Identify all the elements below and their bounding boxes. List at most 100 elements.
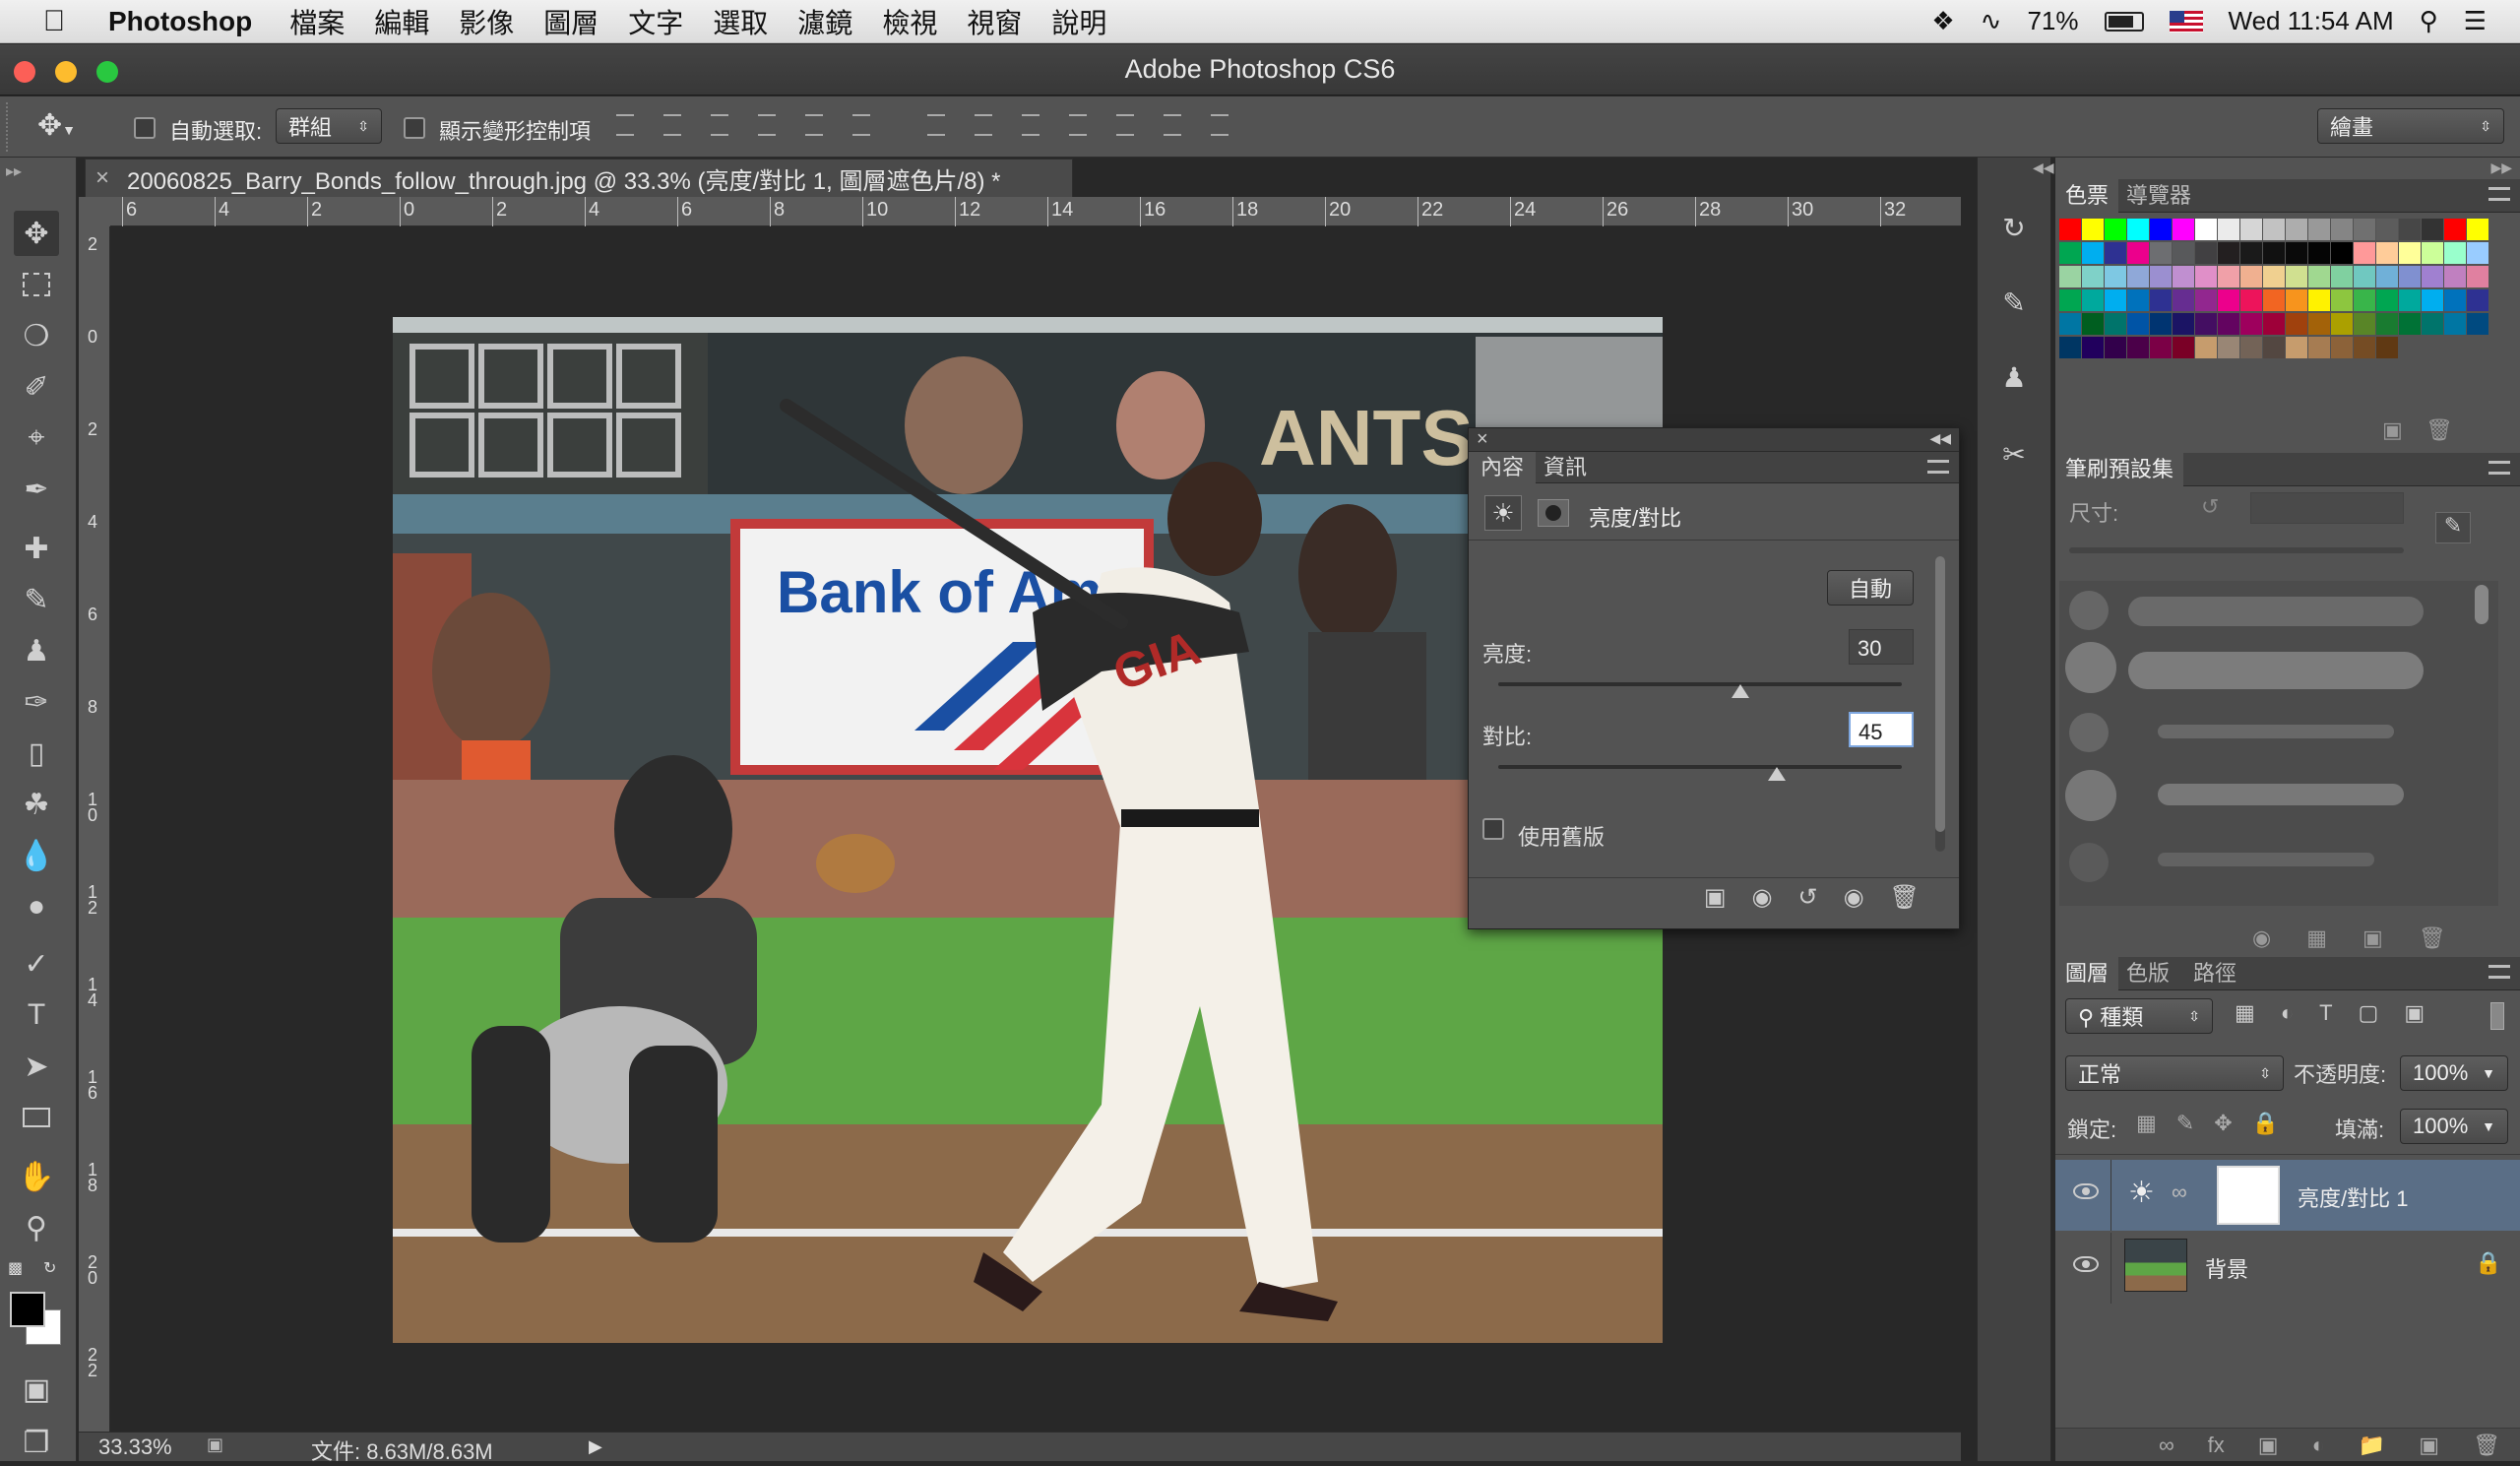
workspace-dropdown[interactable]: 繪畫 ⇳: [2317, 108, 2504, 144]
eraser-tool-icon[interactable]: ▯: [14, 731, 59, 776]
color-swatch[interactable]: [2082, 219, 2104, 240]
color-swatch[interactable]: [2218, 242, 2239, 264]
color-swatch[interactable]: [2173, 242, 2194, 264]
quick-mask-icon[interactable]: ▣: [14, 1367, 59, 1412]
filter-adjustment-icon[interactable]: ◐: [2281, 1000, 2294, 1026]
new-group-icon[interactable]: 📁: [2359, 1433, 2385, 1458]
layer-mask-thumbnail[interactable]: [2217, 1166, 2280, 1225]
history-brush-tool-icon[interactable]: ✑: [14, 679, 59, 725]
vertical-ruler[interactable]: 2 0 2 4 6 8 10 12 14 16 18 20 22: [79, 226, 110, 1432]
color-swatch[interactable]: [2399, 242, 2421, 264]
color-swatch[interactable]: [2422, 242, 2443, 264]
color-swatch[interactable]: [2150, 289, 2172, 311]
color-swatch[interactable]: [2399, 219, 2421, 240]
rectangle-tool-icon[interactable]: [14, 1095, 59, 1140]
color-swatch[interactable]: [2444, 242, 2466, 264]
color-swatch[interactable]: [2059, 266, 2081, 287]
color-swatch[interactable]: [2150, 266, 2172, 287]
close-document-icon[interactable]: ×: [95, 164, 109, 192]
properties-panel-header[interactable]: × ◀◀: [1469, 428, 1959, 452]
tab-layers[interactable]: 圖層: [2055, 957, 2119, 990]
menu-layer[interactable]: 圖層: [543, 2, 598, 41]
contrast-slider-track[interactable]: [1498, 765, 1902, 769]
reset-adjustment-icon[interactable]: ↺: [1797, 883, 1817, 912]
color-swatch[interactable]: [2127, 266, 2149, 287]
align-hcenter-icon[interactable]: [801, 108, 827, 138]
color-swatch[interactable]: [2173, 289, 2194, 311]
color-swatch[interactable]: [2286, 289, 2307, 311]
lock-transparent-icon[interactable]: ▦: [2136, 1111, 2157, 1136]
delete-adjustment-icon[interactable]: 🗑: [1890, 883, 1920, 912]
history-panel-icon[interactable]: ↻: [1991, 205, 2037, 250]
color-swatch[interactable]: [2354, 337, 2375, 358]
color-swatch[interactable]: [2218, 266, 2239, 287]
color-swatch[interactable]: [2399, 289, 2421, 311]
color-swatch[interactable]: [2354, 313, 2375, 335]
color-swatch[interactable]: [2286, 313, 2307, 335]
tab-brush-presets[interactable]: 筆刷預設集: [2055, 453, 2184, 486]
toggle-visibility-icon[interactable]: ◉: [1844, 883, 1864, 912]
color-swatch[interactable]: [2376, 289, 2398, 311]
menu-edit[interactable]: 編輯: [374, 2, 429, 41]
zoom-window-button[interactable]: [96, 61, 118, 83]
new-adjustment-layer-icon[interactable]: ◐: [2312, 1433, 2325, 1458]
quick-selection-tool-icon[interactable]: ✐: [14, 364, 59, 410]
foreground-color-swatch[interactable]: [10, 1292, 45, 1327]
align-left-icon[interactable]: [754, 108, 780, 138]
toggle-brush-panel-icon[interactable]: ✎: [2435, 512, 2471, 543]
color-swatch[interactable]: [2195, 266, 2217, 287]
brightness-value-input[interactable]: 30: [1849, 629, 1914, 665]
color-swatch[interactable]: [2059, 337, 2081, 358]
color-swatch[interactable]: [2263, 313, 2285, 335]
color-swatch[interactable]: [2331, 337, 2353, 358]
color-swatch[interactable]: [2240, 242, 2262, 264]
screen-mode-icon[interactable]: ❐: [14, 1420, 59, 1465]
lock-image-icon[interactable]: ✎: [2176, 1111, 2194, 1136]
color-swatch[interactable]: [2399, 266, 2421, 287]
brush-grid-icon[interactable]: ▦: [2306, 925, 2327, 951]
notification-center-icon[interactable]: ☰: [2464, 6, 2487, 36]
color-swatch[interactable]: [2331, 219, 2353, 240]
color-swatch[interactable]: [2467, 242, 2488, 264]
color-swatch[interactable]: [2082, 337, 2104, 358]
distribute-right-icon[interactable]: [1160, 108, 1185, 138]
brush-preset-list[interactable]: [2059, 581, 2498, 906]
tool-presets-panel-icon[interactable]: ✂: [1991, 431, 2037, 477]
move-tool-preset-icon[interactable]: ✥▼: [37, 108, 76, 143]
spotlight-search-icon[interactable]: ⚲: [2420, 6, 2438, 36]
layer-filter-dropdown[interactable]: ⚲ 種類 ⇳: [2065, 998, 2213, 1034]
lock-all-icon[interactable]: 🔒: [2252, 1111, 2279, 1136]
color-swatch[interactable]: [2331, 289, 2353, 311]
color-swatch[interactable]: [2308, 242, 2330, 264]
color-swatch[interactable]: [2240, 313, 2262, 335]
brightness-slider-thumb[interactable]: [1732, 684, 1749, 698]
layer-name[interactable]: 背景: [2205, 1252, 2248, 1284]
color-swatch[interactable]: [2218, 219, 2239, 240]
delete-brush-icon[interactable]: 🗑: [2419, 925, 2446, 951]
minimize-window-button[interactable]: [55, 61, 77, 83]
new-brush-icon[interactable]: ▣: [2362, 925, 2383, 951]
clone-source-panel-icon[interactable]: ♟: [1991, 354, 2037, 400]
tools-collapse-icon[interactable]: ▸▸: [6, 161, 22, 181]
color-swatch[interactable]: [2105, 313, 2126, 335]
color-swatch[interactable]: [2467, 219, 2488, 240]
color-swatch[interactable]: [2444, 266, 2466, 287]
lock-position-icon[interactable]: ✥: [2214, 1111, 2232, 1136]
color-swatch[interactable]: [2354, 289, 2375, 311]
color-swatch[interactable]: [2218, 289, 2239, 311]
color-swatch[interactable]: [2263, 337, 2285, 358]
brightness-adjustment-icon[interactable]: ☀: [1484, 495, 1522, 531]
color-swatch[interactable]: [2240, 266, 2262, 287]
filter-type-icon[interactable]: T: [2319, 1000, 2332, 1026]
tab-navigator[interactable]: 導覽器: [2116, 179, 2201, 213]
color-swatch[interactable]: [2150, 219, 2172, 240]
color-swatch[interactable]: [2308, 337, 2330, 358]
brightness-slider-track[interactable]: [1498, 682, 1902, 686]
color-swatch[interactable]: [2218, 337, 2239, 358]
filter-pixel-icon[interactable]: ▦: [2235, 1000, 2255, 1026]
properties-scrollbar[interactable]: [1935, 556, 1945, 852]
color-swatch[interactable]: [2444, 289, 2466, 311]
swatches-menu-icon[interactable]: [2488, 187, 2510, 201]
color-swatch[interactable]: [2240, 219, 2262, 240]
healing-brush-tool-icon[interactable]: ✚: [14, 526, 59, 571]
